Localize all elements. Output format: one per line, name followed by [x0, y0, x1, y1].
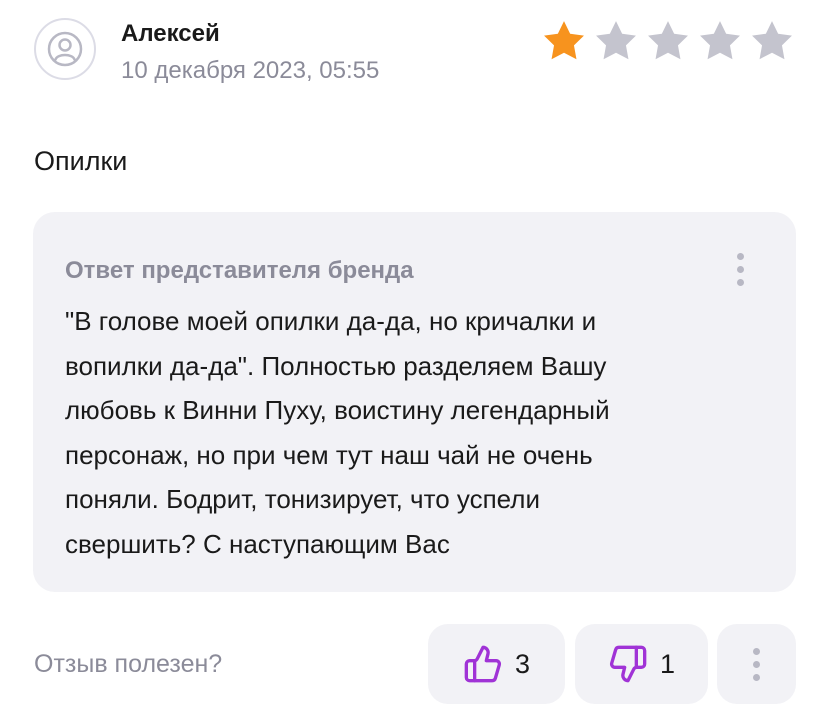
avatar — [34, 18, 96, 80]
brand-reply-card: Ответ представителя бренда "В голове мое… — [33, 212, 796, 592]
reply-text: "В голове моей опилки да-да, но кричалки… — [65, 306, 610, 559]
user-icon — [47, 31, 83, 67]
thumbs-up-icon — [464, 645, 502, 683]
author-name: Алексей — [121, 20, 220, 47]
more-vertical-icon — [753, 647, 760, 655]
star-empty-icon — [752, 21, 792, 60]
rating-stars — [540, 18, 796, 64]
like-button[interactable]: 3 — [428, 624, 565, 704]
star-filled-icon — [544, 21, 584, 60]
star-empty-icon — [700, 21, 740, 60]
more-options-button[interactable] — [717, 624, 796, 704]
star-empty-icon — [596, 21, 636, 60]
like-count: 3 — [514, 648, 531, 679]
more-vertical-icon[interactable] — [727, 246, 753, 292]
dislike-button[interactable]: 1 — [575, 624, 708, 704]
thumbs-down-icon — [609, 645, 647, 683]
dislike-count: 1 — [659, 648, 676, 679]
review-date: 10 декабря 2023, 05:55 — [121, 57, 380, 84]
helpful-label: Отзыв полезен? — [34, 650, 223, 678]
reply-title: Ответ представителя бренда — [65, 257, 414, 284]
star-empty-icon — [648, 21, 688, 60]
review-text: Опилки — [34, 146, 128, 176]
